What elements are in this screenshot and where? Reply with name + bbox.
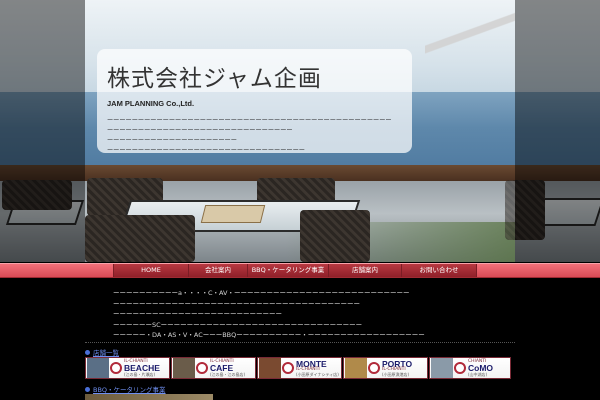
description-line: ーーーーーーーーーーーーーーーーーーーーー [107, 137, 237, 144]
shops-section-heading: 店舗一覧 [85, 347, 119, 357]
nav-item-shops[interactable]: 店舗案内 [328, 264, 402, 277]
shop-logo-icon [110, 362, 122, 374]
shop-banner-list: IL-CHIANTI BEACHE (江の島・片瀬店) IL-CHIANTI C… [85, 357, 511, 379]
shop-logo-icon [368, 362, 380, 374]
shop-location: (江の島・江の島店) [210, 371, 246, 377]
shop-thumbnail [345, 358, 367, 378]
hero-side-image-right [505, 0, 600, 262]
shop-thumbnail [259, 358, 281, 378]
shop-thumbnail [87, 358, 109, 378]
global-nav-bar: HOME 会社案内 BBQ・ケータリング事業 店舗案内 お問い合わせ [0, 263, 600, 278]
shop-banner[interactable]: CHIANTI CoMO (山中湖店) [429, 357, 511, 379]
hero-side-image-left [0, 0, 85, 262]
company-name-en: JAM PLANNING Co.,Ltd. [107, 99, 195, 108]
nav-item-company[interactable]: 会社案内 [188, 264, 248, 277]
shop-thumbnail [173, 358, 195, 378]
company-intro-panel: 株式会社ジャム企画 JAM PLANNING Co.,Ltd. ーーーーーーーー… [97, 49, 412, 156]
description-line: ーーーーーーーーーーーーーーーーーーーーーーーーーーーーーー [107, 127, 293, 134]
nav-item-bbq-catering[interactable]: BBQ・ケータリング事業 [247, 264, 329, 277]
intro-line: ーーーーー・DA・AS・V・ACーーーBBQーーーーーーーーーー・ーーーーーーー… [113, 331, 425, 339]
bullet-icon [85, 386, 90, 392]
shop-logo-icon [196, 362, 208, 374]
bbq-section-link[interactable]: BBQ・ケータリング事業 [93, 384, 166, 394]
shop-location: (小田原漁港店) [382, 371, 410, 377]
bbq-section-heading: BBQ・ケータリング事業 [85, 384, 166, 394]
description-line: ーーーーーーーーーーーーーーーーーーーーーーーーーーーーーーーー [107, 147, 305, 154]
intro-line: ーーーーーーーーーーa・・・・C・AV・ーーーーーーーーーーーーーーーーーーーー… [113, 289, 410, 297]
intro-line: ーーーーーーSCーーーーーーーーーーーーーーーーーーーーーーーーーーーーーーー [113, 320, 363, 329]
nav-item-home[interactable]: HOME [113, 264, 189, 277]
shop-logo-icon [454, 362, 466, 374]
intro-text: ーーーーーーーーーーa・・・・C・AV・ーーーーーーーーーーーーーーーーーーーー… [113, 288, 523, 341]
shop-thumbnail [431, 358, 453, 378]
company-description: ーーーーーーーーーーーーーーーーーーーーーーーーーーーーーーーーーーーーーーーー… [107, 116, 402, 156]
shop-banner[interactable]: IL-CHIANTI BEACHE (江の島・片瀬店) [85, 357, 170, 379]
nav-item-contact[interactable]: お問い合わせ [401, 264, 477, 277]
hero-banner: 株式会社ジャム企画 JAM PLANNING Co.,Ltd. ーーーーーーーー… [0, 0, 600, 262]
section-divider [85, 342, 515, 343]
shop-location: (山中湖店) [468, 371, 488, 377]
bullet-icon [85, 349, 90, 355]
intro-line: ーーーーーーーーーーーーーーーーーーーーーーーーーーーーーーーーーーーーーー [113, 299, 360, 308]
company-name: 株式会社ジャム企画 [107, 66, 322, 92]
description-line: ーーーーーーーーーーーーーーーーーーーーーーーーーーーーーーーーーーーーーーーー… [107, 117, 392, 124]
shops-section-link[interactable]: 店舗一覧 [93, 347, 119, 357]
shop-banner[interactable]: MONTE IL-CHIANTI (小田原ダイナシティ店) [257, 357, 342, 379]
shop-banner[interactable]: IL-CHIANTI CAFE (江の島・江の島店) [171, 357, 256, 379]
shop-location: (小田原ダイナシティ店) [296, 371, 339, 377]
shop-logo-icon [282, 362, 294, 374]
shop-banner[interactable]: PORTO IL-CHIANTI (小田原漁港店) [343, 357, 428, 379]
global-nav: HOME 会社案内 BBQ・ケータリング事業 店舗案内 お問い合わせ [113, 264, 477, 277]
shop-location: (江の島・片瀬店) [124, 371, 156, 377]
intro-line: ーーーーーーーーーーーーーーーーーーーーーーーーーー [113, 310, 282, 318]
bbq-thumbnail[interactable] [85, 394, 213, 400]
